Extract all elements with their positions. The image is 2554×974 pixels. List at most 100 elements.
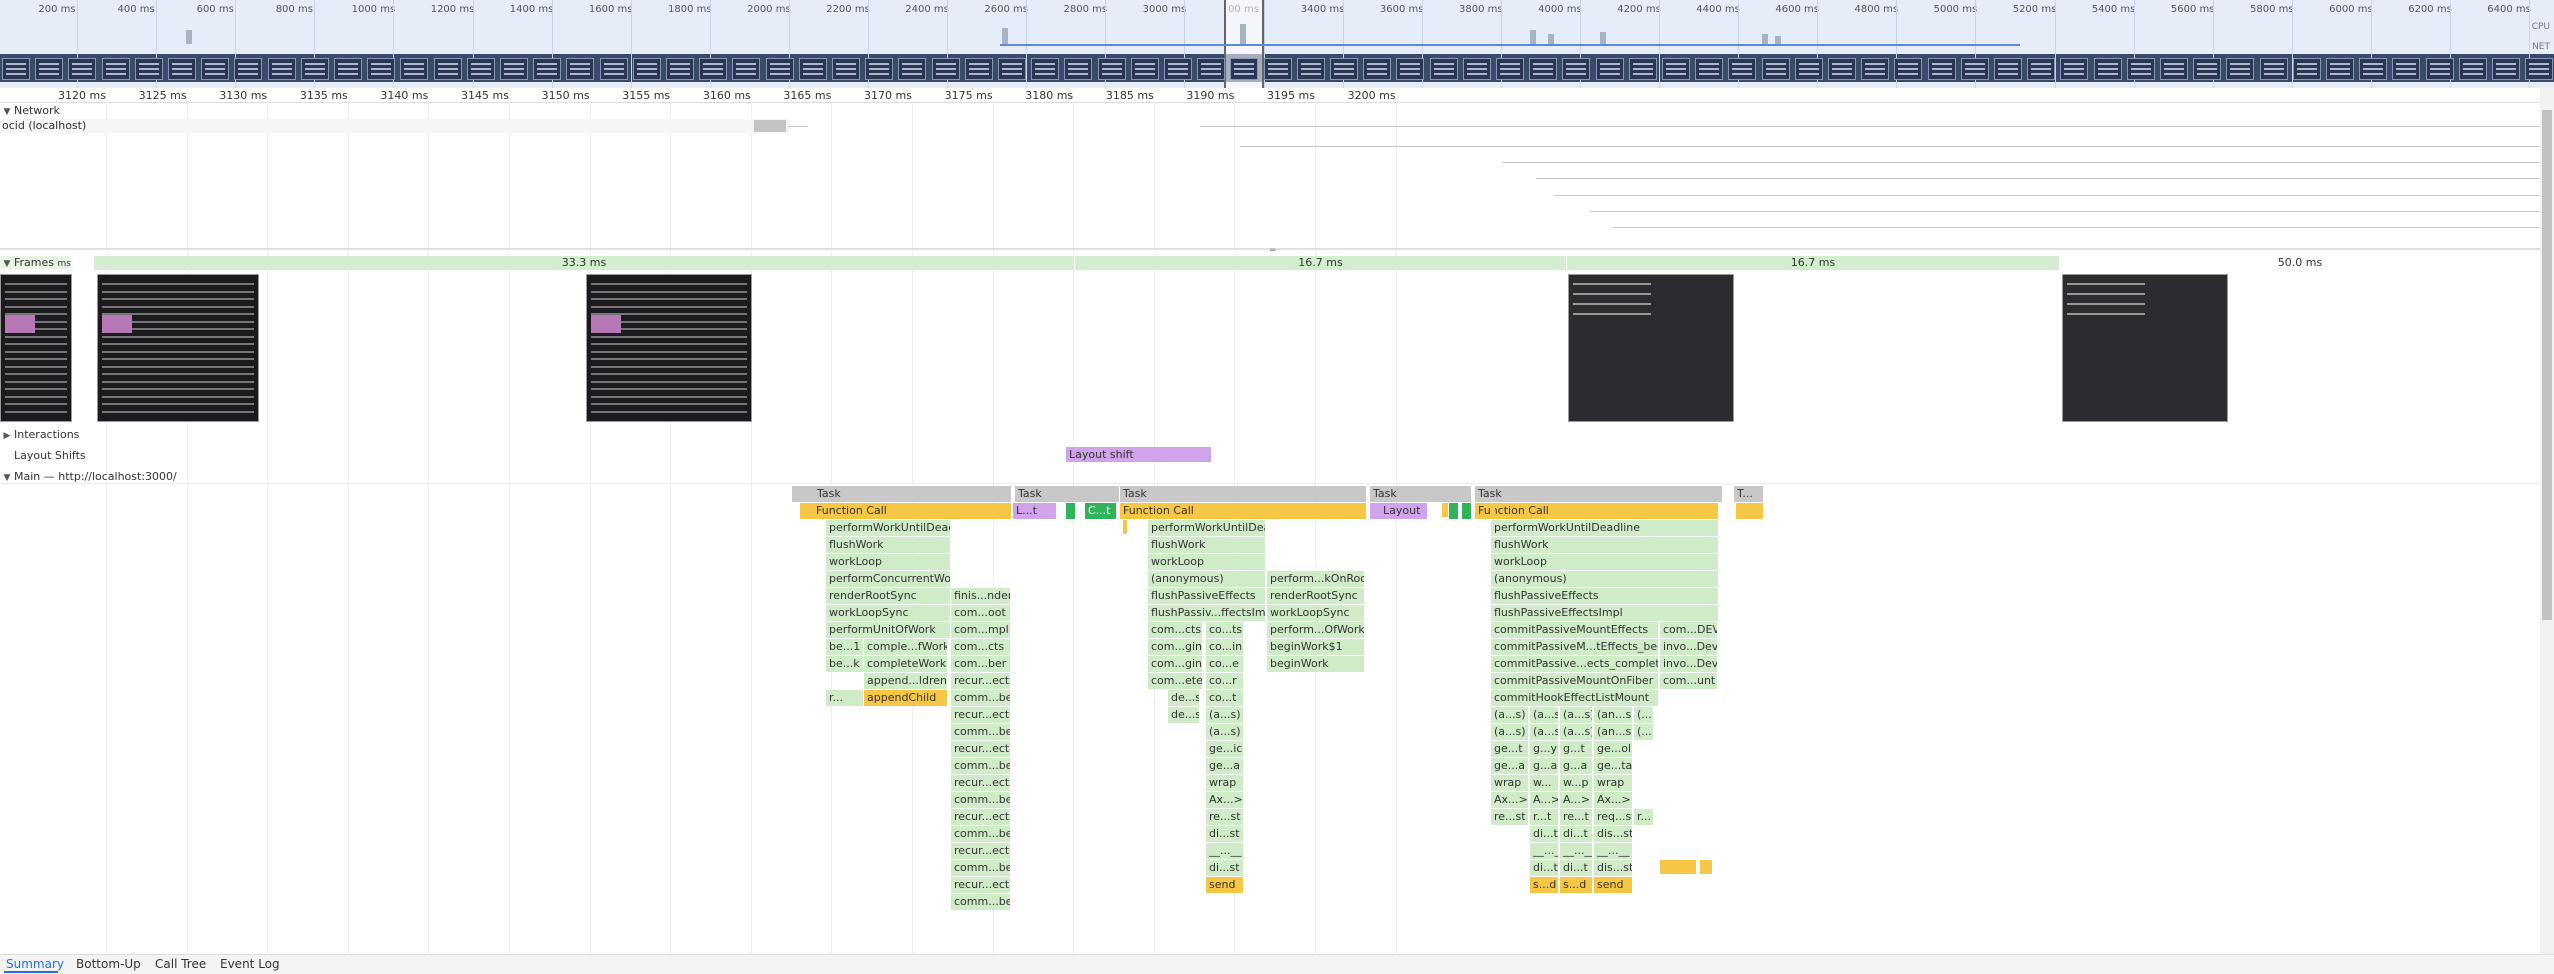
flame-event[interactable]: performConcurrentWorkOnRoot [826, 571, 951, 587]
frame-screenshot[interactable] [0, 274, 72, 422]
flame-event[interactable]: recur...ects [951, 877, 1011, 893]
flame-event[interactable]: ge...a [1206, 758, 1244, 774]
flame-event[interactable]: be...k [826, 656, 864, 672]
flame-event[interactable]: commitPassiveM...tEffects_begin [1491, 639, 1659, 655]
flame-event[interactable]: recur...ects [951, 673, 1011, 689]
frame-screenshot[interactable] [97, 274, 259, 422]
flame-event[interactable]: performWorkUntilDeadline [826, 520, 951, 536]
flame-event[interactable]: commitPassive...ects_complete [1491, 656, 1659, 672]
flame-event[interactable]: performUnitOfWork [826, 622, 951, 638]
flame-event[interactable]: completeWork [864, 656, 948, 672]
flame-event[interactable]: recur...ects [951, 775, 1011, 791]
frame-screenshot[interactable] [586, 274, 752, 422]
flame-event[interactable]: w...p [1560, 775, 1593, 791]
task-event[interactable]: Task [1015, 486, 1120, 502]
flame-event[interactable]: (a...s) [1560, 724, 1593, 740]
task-event[interactable]: Task [1120, 486, 1367, 502]
flame-event[interactable]: com...ber [951, 656, 1011, 672]
flame-event[interactable]: ge...t [1491, 741, 1529, 757]
flame-event[interactable]: com...DEV [1660, 622, 1718, 638]
flame-event[interactable]: renderRootSync [1267, 588, 1365, 604]
flame-event[interactable]: (a...s) [1530, 707, 1559, 723]
flame-event[interactable]: co...ts [1206, 622, 1244, 638]
flame-event[interactable]: ge...ol [1594, 741, 1633, 757]
flame-event[interactable]: comm...ber [951, 860, 1011, 876]
flame-event[interactable]: g...y [1530, 741, 1559, 757]
flame-event[interactable]: r... [826, 690, 864, 706]
flame-event[interactable]: send [1206, 877, 1244, 893]
layout-event[interactable]: L...t [1013, 503, 1057, 519]
flame-event[interactable]: (a...s) [1530, 724, 1559, 740]
flame-event[interactable]: com...mpl [951, 622, 1011, 638]
flame-event[interactable]: s...d [1530, 877, 1559, 893]
flame-event[interactable]: comm...ber [951, 826, 1011, 842]
flame-event[interactable]: di...t [1560, 826, 1593, 842]
flame-event[interactable]: finis...nder [951, 588, 1011, 604]
flame-event[interactable]: flushWork [1148, 537, 1266, 553]
flame-event[interactable]: di...t [1530, 826, 1559, 842]
composite-event[interactable]: C...t [1085, 503, 1117, 519]
paint-event[interactable] [1462, 503, 1472, 519]
flame-event[interactable]: com...oot [951, 605, 1011, 621]
frame-bar[interactable]: 33.3 ms [94, 256, 1075, 270]
expand-triangle-icon[interactable]: ▶ [0, 431, 14, 441]
flame-event[interactable]: commitPassiveMountOnFiber [1491, 673, 1659, 689]
flame-sliver[interactable] [1442, 503, 1448, 517]
tab-summary[interactable]: Summary [6, 957, 64, 971]
flame-event[interactable]: Ax...> [1594, 792, 1633, 808]
flame-event[interactable]: perform...OfWork [1267, 622, 1365, 638]
layout-event[interactable]: Layout [1370, 503, 1428, 519]
flame-event[interactable]: workLoopSync [1267, 605, 1365, 621]
flame-event[interactable]: r... [1634, 809, 1654, 825]
frame-bar[interactable]: 16.7 ms [1567, 256, 2060, 270]
flame-event[interactable]: commitHookEffectListMount [1491, 690, 1659, 706]
flame-sliver[interactable] [1660, 860, 1696, 874]
flame-event[interactable]: __...__ [1530, 843, 1559, 859]
flame-event[interactable]: performWorkUntilDeadline [1148, 520, 1266, 536]
flame-event[interactable]: Ax...> [1206, 792, 1244, 808]
flame-event[interactable]: co...in [1206, 639, 1244, 655]
frame-bar[interactable]: 16.7 ms [1075, 256, 1567, 270]
flame-event[interactable]: workLoop [1148, 554, 1266, 570]
flame-event[interactable]: g...a [1530, 758, 1559, 774]
flame-event[interactable]: wrap [1491, 775, 1529, 791]
function-call-event[interactable] [1736, 503, 1764, 519]
flame-event[interactable]: comm...ber [951, 758, 1011, 774]
flame-event[interactable]: flushPassiv...ffectsImpl [1148, 605, 1266, 621]
paint-event[interactable] [1449, 503, 1459, 519]
flame-event[interactable]: (anonymous) [1491, 571, 1719, 587]
flame-event[interactable]: co...t [1206, 690, 1244, 706]
flame-event[interactable]: comm...ber [951, 690, 1011, 706]
function-call-event[interactable]: Function Call [1120, 503, 1367, 519]
tab-event-log[interactable]: Event Log [220, 957, 280, 971]
tab-bottom-up[interactable]: Bottom-Up [76, 957, 141, 971]
flame-event[interactable]: send [1594, 877, 1633, 893]
flame-event[interactable]: de...s [1168, 707, 1200, 723]
network-track-header[interactable]: ▼ Network [0, 104, 60, 117]
flame-event[interactable]: re...t [1560, 809, 1593, 825]
flame-event[interactable]: co...r [1206, 673, 1244, 689]
flame-event[interactable]: perform...kOnRoot [1267, 571, 1365, 587]
flame-event[interactable]: commitPassiveMountEffects [1491, 622, 1659, 638]
scrollbar-thumb[interactable] [2542, 110, 2552, 620]
task-event[interactable]: Task [1370, 486, 1472, 502]
flame-event[interactable]: flushPassiveEffectsImpl [1491, 605, 1719, 621]
flame-event[interactable]: co...e [1206, 656, 1244, 672]
flame-event[interactable]: flushPassiveEffects [1491, 588, 1719, 604]
flame-event[interactable]: workLoop [1491, 554, 1719, 570]
task-event[interactable]: Task [1475, 486, 1723, 502]
flame-event[interactable]: di...st [1206, 826, 1244, 842]
flame-event[interactable]: flushPassiveEffects [1148, 588, 1266, 604]
flame-event[interactable]: beginWork$1 [1267, 639, 1365, 655]
flame-event[interactable]: (an...s) [1594, 707, 1633, 723]
flame-event[interactable]: ge...ic [1206, 741, 1244, 757]
collapse-triangle-icon[interactable]: ▼ [0, 259, 14, 269]
function-call-event[interactable]: Function Call [1475, 503, 1719, 519]
flame-event[interactable]: (a...s) [1491, 707, 1529, 723]
flame-event[interactable]: recur...ects [951, 707, 1011, 723]
task-event[interactable]: T... [1734, 486, 1764, 502]
flame-event[interactable]: (... [1634, 707, 1654, 723]
paint-event[interactable] [1066, 503, 1076, 519]
flame-event[interactable]: re...st [1206, 809, 1244, 825]
flame-event[interactable]: com...cts [951, 639, 1011, 655]
